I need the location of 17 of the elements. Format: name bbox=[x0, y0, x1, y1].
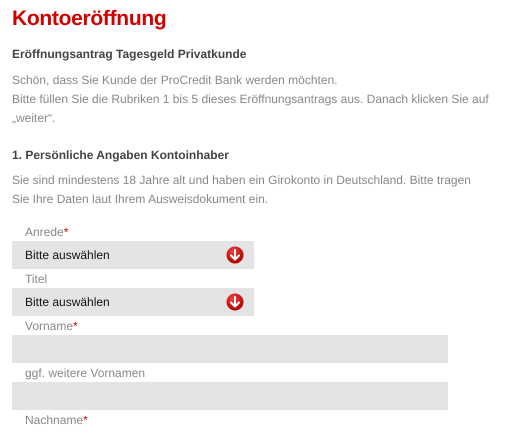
field-label: ggf. weitere Vornamen bbox=[24, 364, 146, 382]
field-label: Nachname* bbox=[24, 412, 89, 429]
select-field[interactable]: Bitte auswählen bbox=[12, 240, 254, 269]
select-field[interactable]: Bitte auswählen bbox=[12, 288, 254, 316]
field-label: Titel bbox=[24, 270, 48, 288]
input-field[interactable] bbox=[12, 382, 448, 410]
intro-text: Bitte füllen Sie die Rubriken 1 bis 5 dieses Eröffnungsantrags aus. Danach klicken Sie auf „weiter“. bbox=[12, 92, 489, 125]
section-heading: 1. Persönliche Angaben Kontoinhaber bbox=[12, 148, 230, 162]
section-text: Sie sind mindestens 18 Jahre alt und haben ein Girokonto in Deutschland. Bitte tragen Sie Ihre Daten laut Ihrem Ausweisdokument ein. bbox=[12, 172, 472, 208]
arrow-down-icon bbox=[226, 246, 244, 264]
page-title: Kontoeröffnung bbox=[12, 6, 168, 32]
input-field[interactable] bbox=[12, 334, 448, 363]
intro-text: Schön, dass Sie Kunde der ProCredit Bank werden möchten. bbox=[12, 72, 338, 87]
arrow-down-icon bbox=[226, 292, 244, 311]
form-subtitle: Eröffnungsantrag Tagesgeld Privatkunde bbox=[12, 47, 248, 62]
field-label: Vorname* bbox=[24, 318, 79, 335]
field-label: Anrede* bbox=[24, 224, 70, 241]
